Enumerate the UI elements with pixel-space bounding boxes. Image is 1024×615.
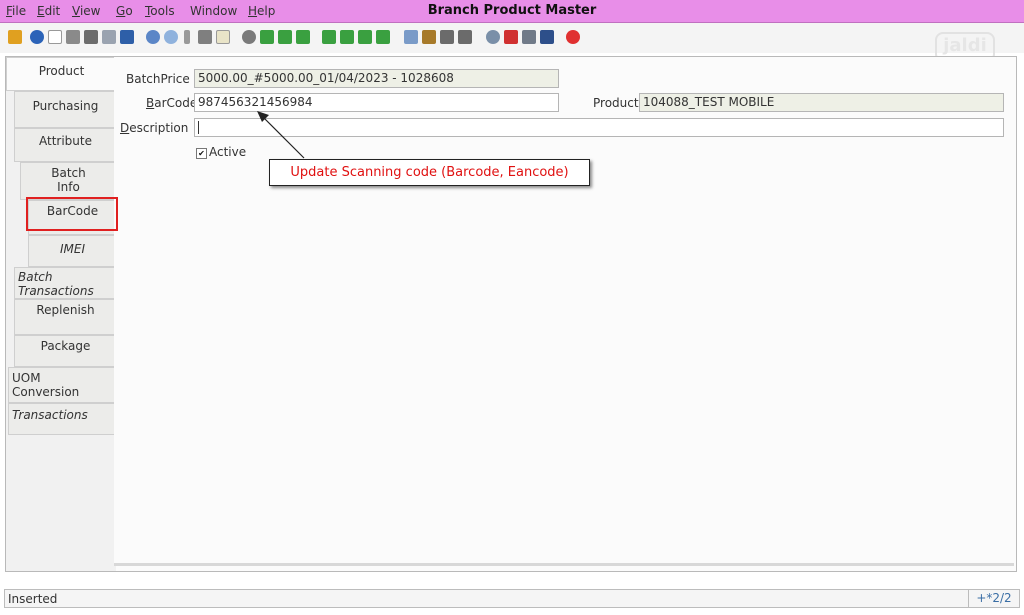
attachment-icon[interactable]: [184, 30, 190, 44]
active-label: Active: [209, 145, 247, 159]
chat-icon[interactable]: [198, 30, 212, 44]
parent-icon[interactable]: [340, 30, 354, 44]
home-icon[interactable]: [242, 30, 256, 44]
archived-report-icon[interactable]: [422, 30, 436, 44]
tab-purchasing[interactable]: Purchasing: [14, 91, 116, 128]
tab-imei[interactable]: IMEI: [28, 235, 116, 267]
request-icon[interactable]: [540, 30, 554, 44]
barcode-tab-highlight: [26, 197, 118, 231]
tab-batch-transactions[interactable]: Batch Transactions: [14, 267, 116, 299]
active-checkbox[interactable]: ✔: [196, 148, 207, 159]
description-label: Description: [120, 121, 189, 135]
last-record-icon[interactable]: [376, 30, 390, 44]
annotation-callout: Update Scanning code (Barcode, Eancode): [269, 159, 590, 186]
tab-package[interactable]: Package: [14, 335, 116, 367]
tab-uom-conversion[interactable]: UOM Conversion: [8, 367, 116, 403]
status-bar: Inserted +*2/2: [4, 589, 1020, 608]
menu-bar: File Edit View Go Tools Window Help Bran…: [0, 0, 1024, 23]
delete-selection-icon[interactable]: [102, 30, 116, 44]
new-icon[interactable]: [48, 30, 62, 44]
print-icon[interactable]: [458, 30, 472, 44]
tab-batch-info[interactable]: Batch Info: [20, 162, 116, 200]
menu-edit[interactable]: Edit: [37, 4, 60, 18]
description-field[interactable]: [194, 118, 1004, 137]
exit-icon[interactable]: [566, 30, 580, 44]
next-icon[interactable]: [296, 30, 310, 44]
previous-icon[interactable]: [278, 30, 292, 44]
barcode-form-panel: BatchPrice 5000.00_#5000.00_01/04/2023 -…: [114, 57, 1014, 566]
tab-replenish[interactable]: Replenish: [14, 299, 116, 335]
tab-transactions[interactable]: Transactions: [8, 403, 116, 435]
tab-attribute[interactable]: Attribute: [14, 128, 116, 162]
first-record-icon[interactable]: [322, 30, 336, 44]
help-icon[interactable]: [30, 30, 44, 44]
status-text: Inserted: [8, 592, 58, 606]
save-icon[interactable]: [120, 30, 134, 44]
record-indicator[interactable]: +*2/2: [968, 590, 1019, 607]
refresh-icon[interactable]: [146, 30, 160, 44]
toolbar: [0, 23, 1024, 53]
report-icon[interactable]: [404, 30, 418, 44]
print-preview-icon[interactable]: [440, 30, 454, 44]
undo-icon[interactable]: [8, 30, 22, 44]
zoom-across-icon[interactable]: [486, 30, 500, 44]
barcode-label: BarCode: [146, 96, 198, 110]
copy-icon[interactable]: [66, 30, 80, 44]
batch-price-field[interactable]: 5000.00_#5000.00_01/04/2023 - 1028608: [194, 69, 559, 88]
barcode-field[interactable]: 987456321456984: [194, 93, 559, 112]
text-caret: [198, 121, 199, 134]
vertical-tabs: Product Purchasing Attribute Batch Info …: [6, 57, 116, 571]
product-field[interactable]: 104088_TEST MOBILE: [639, 93, 1004, 112]
find-icon[interactable]: [164, 30, 178, 44]
product-info-icon[interactable]: [522, 30, 536, 44]
workflow-icon[interactable]: [504, 30, 518, 44]
menu-file[interactable]: File: [6, 4, 26, 18]
history-icon[interactable]: [216, 30, 230, 44]
menu-window[interactable]: Window: [190, 4, 237, 18]
menu-help[interactable]: Help: [248, 4, 275, 18]
menu-go[interactable]: Go: [116, 4, 133, 18]
delete-icon[interactable]: [84, 30, 98, 44]
batch-price-label: BatchPrice: [126, 72, 190, 86]
menu-view[interactable]: View: [72, 4, 100, 18]
menu-tools[interactable]: Tools: [145, 4, 175, 18]
archive-icon[interactable]: [260, 30, 274, 44]
product-label: Product: [593, 96, 639, 110]
tab-product[interactable]: Product: [6, 57, 116, 91]
content-frame: Product Purchasing Attribute Batch Info …: [5, 56, 1017, 572]
detail-icon[interactable]: [358, 30, 372, 44]
